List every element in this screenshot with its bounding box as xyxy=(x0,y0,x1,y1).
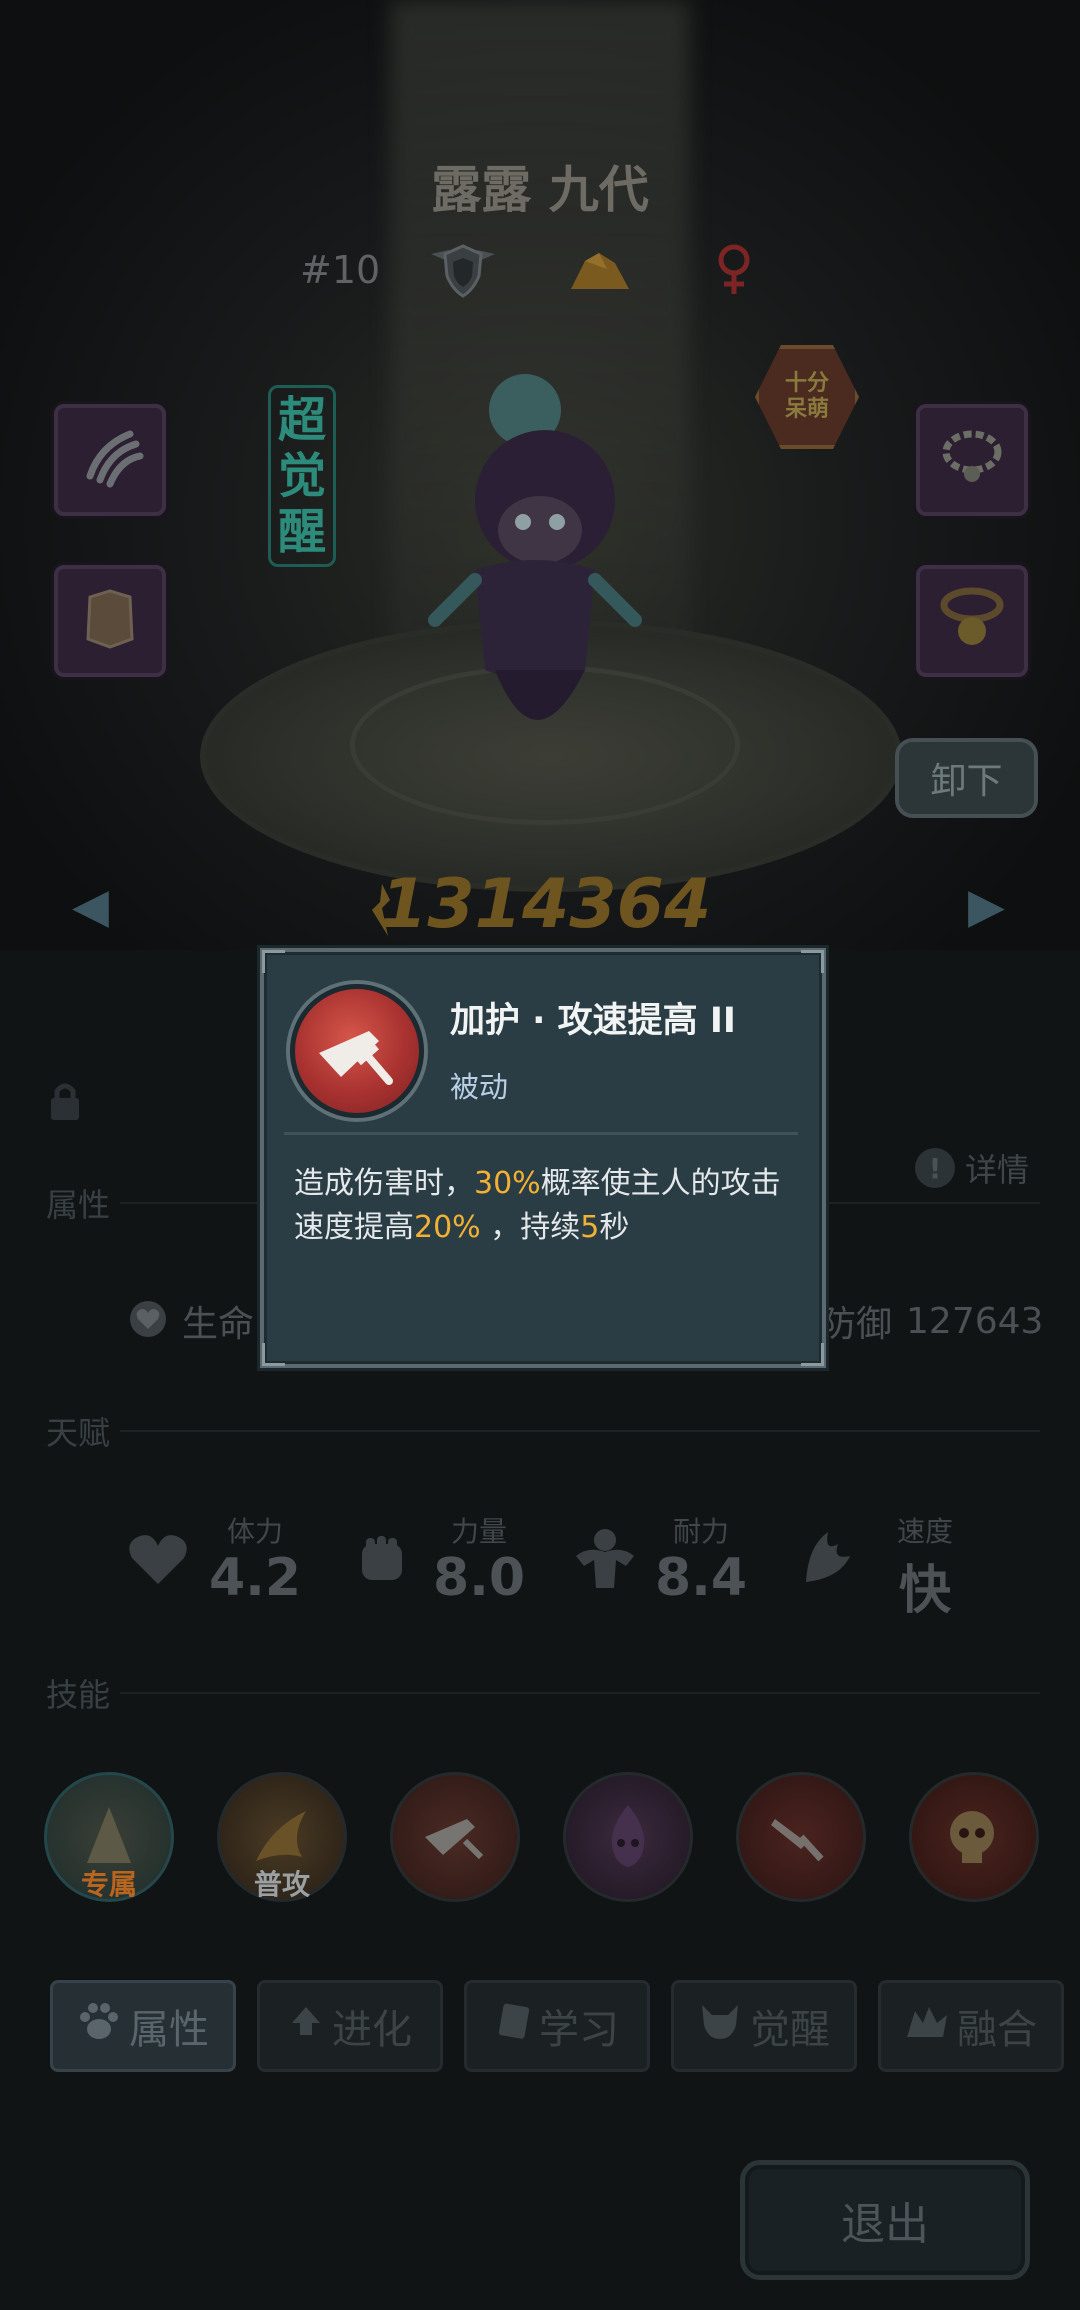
unequip-button[interactable]: 卸下 xyxy=(895,738,1038,818)
skill-sword[interactable] xyxy=(390,1772,520,1902)
prev-hero-arrow-icon[interactable]: ◀ xyxy=(72,878,109,934)
heart-icon xyxy=(126,1530,190,1590)
divider xyxy=(120,1692,1040,1694)
sword-strike-skill-icon xyxy=(771,1819,824,1862)
muscle-icon xyxy=(572,1526,638,1594)
skills-section-title: 技能 xyxy=(46,1676,111,1714)
hp-stat: 生命 xyxy=(128,1295,254,1347)
skill-description: 造成伤害时，30%概率使主人的攻击速度提高20% ，持续5秒 xyxy=(294,1166,781,1245)
tab-attributes[interactable]: 属性 xyxy=(50,1980,236,2072)
exit-button[interactable]: 退出 xyxy=(740,2160,1030,2280)
defense-value: 127643 xyxy=(906,1300,1044,1342)
skill-name: 加护 · 攻速提高 II xyxy=(450,1001,736,1041)
skill-sword-strike[interactable] xyxy=(736,1772,866,1902)
necklace-icon xyxy=(942,430,1002,482)
details-button[interactable]: ! 详情 xyxy=(915,1145,1029,1191)
hero-character xyxy=(415,370,655,770)
tab-learn[interactable]: 学习 xyxy=(464,1980,650,2072)
talent-value: 快 xyxy=(898,1561,951,1621)
female-gender-icon xyxy=(696,240,772,300)
talent-name: 速度 xyxy=(896,1515,953,1548)
frame-corner xyxy=(801,1343,824,1366)
equip-slot-necklace[interactable] xyxy=(916,404,1028,516)
beast-head-icon xyxy=(698,2001,742,2051)
hp-icon xyxy=(128,1299,168,1343)
divider xyxy=(284,1132,798,1135)
defense-stat: 防御 127643 xyxy=(820,1300,1044,1346)
shield-wings-icon[interactable] xyxy=(425,240,501,300)
skill-skull[interactable] xyxy=(909,1772,1039,1902)
frame-corner xyxy=(262,1343,285,1366)
armor-icon xyxy=(86,589,134,649)
rock-element-icon[interactable] xyxy=(562,240,638,300)
talent-name: 力量 xyxy=(450,1515,507,1548)
tab-fusion[interactable]: 融合 xyxy=(878,1980,1064,2072)
frame-corner xyxy=(801,950,824,973)
equip-slot-collar[interactable] xyxy=(916,565,1028,677)
tab-awaken[interactable]: 觉醒 xyxy=(671,1980,857,2072)
hero-name: 露露 九代 xyxy=(431,161,649,219)
exclamation-icon: ! xyxy=(915,1148,955,1188)
skull-skill-icon xyxy=(950,1811,994,1863)
bell-collar-icon xyxy=(940,587,1004,645)
talent-value: 4.2 xyxy=(208,1548,302,1608)
talent-name: 耐力 xyxy=(672,1515,729,1548)
skill-purple-flame[interactable] xyxy=(563,1772,693,1902)
skill-exclusive[interactable]: 专属 xyxy=(44,1772,174,1902)
claw-weapon-icon xyxy=(86,430,144,488)
skill-basic-attack[interactable]: 普攻 xyxy=(217,1772,347,1902)
skill-sword-icon xyxy=(290,984,424,1118)
talent-value: 8.0 xyxy=(432,1548,526,1608)
attributes-section-title: 属性 xyxy=(46,1186,111,1224)
fusion-icon xyxy=(905,2001,949,2051)
paw-icon xyxy=(77,2001,121,2051)
skill-tag: 专属 xyxy=(80,1868,137,1901)
up-arrow-icon xyxy=(288,2003,324,2049)
tab-evolve[interactable]: 进化 xyxy=(257,1980,443,2072)
book-icon xyxy=(495,2001,531,2051)
super-awakening-label: 超觉醒 xyxy=(268,385,336,567)
equip-slot-weapon[interactable] xyxy=(54,404,166,516)
power-value: 1314364 xyxy=(380,865,712,944)
divider xyxy=(120,1430,1040,1432)
talent-name: 体力 xyxy=(226,1515,283,1548)
sword-skill-icon xyxy=(425,1819,484,1860)
frame-corner xyxy=(262,950,285,973)
fist-icon xyxy=(352,1530,412,1594)
lock-icon[interactable] xyxy=(48,1080,82,1126)
skill-type: 被动 xyxy=(450,1070,509,1104)
purple-flame-skill-icon xyxy=(611,1805,645,1867)
skill-tooltip: 加护 · 攻速提高 II 被动 造成伤害时，30%概率使主人的攻击速度提高20%… xyxy=(260,948,826,1368)
equip-slot-armor[interactable] xyxy=(54,565,166,677)
talent-section-title: 天赋 xyxy=(46,1414,111,1452)
skill-tag: 普攻 xyxy=(253,1868,310,1901)
wing-icon xyxy=(798,1526,858,1594)
talent-value: 8.4 xyxy=(654,1548,748,1608)
next-hero-arrow-icon[interactable]: ▶ xyxy=(968,878,1005,934)
hero-rank: #10 xyxy=(300,248,381,292)
